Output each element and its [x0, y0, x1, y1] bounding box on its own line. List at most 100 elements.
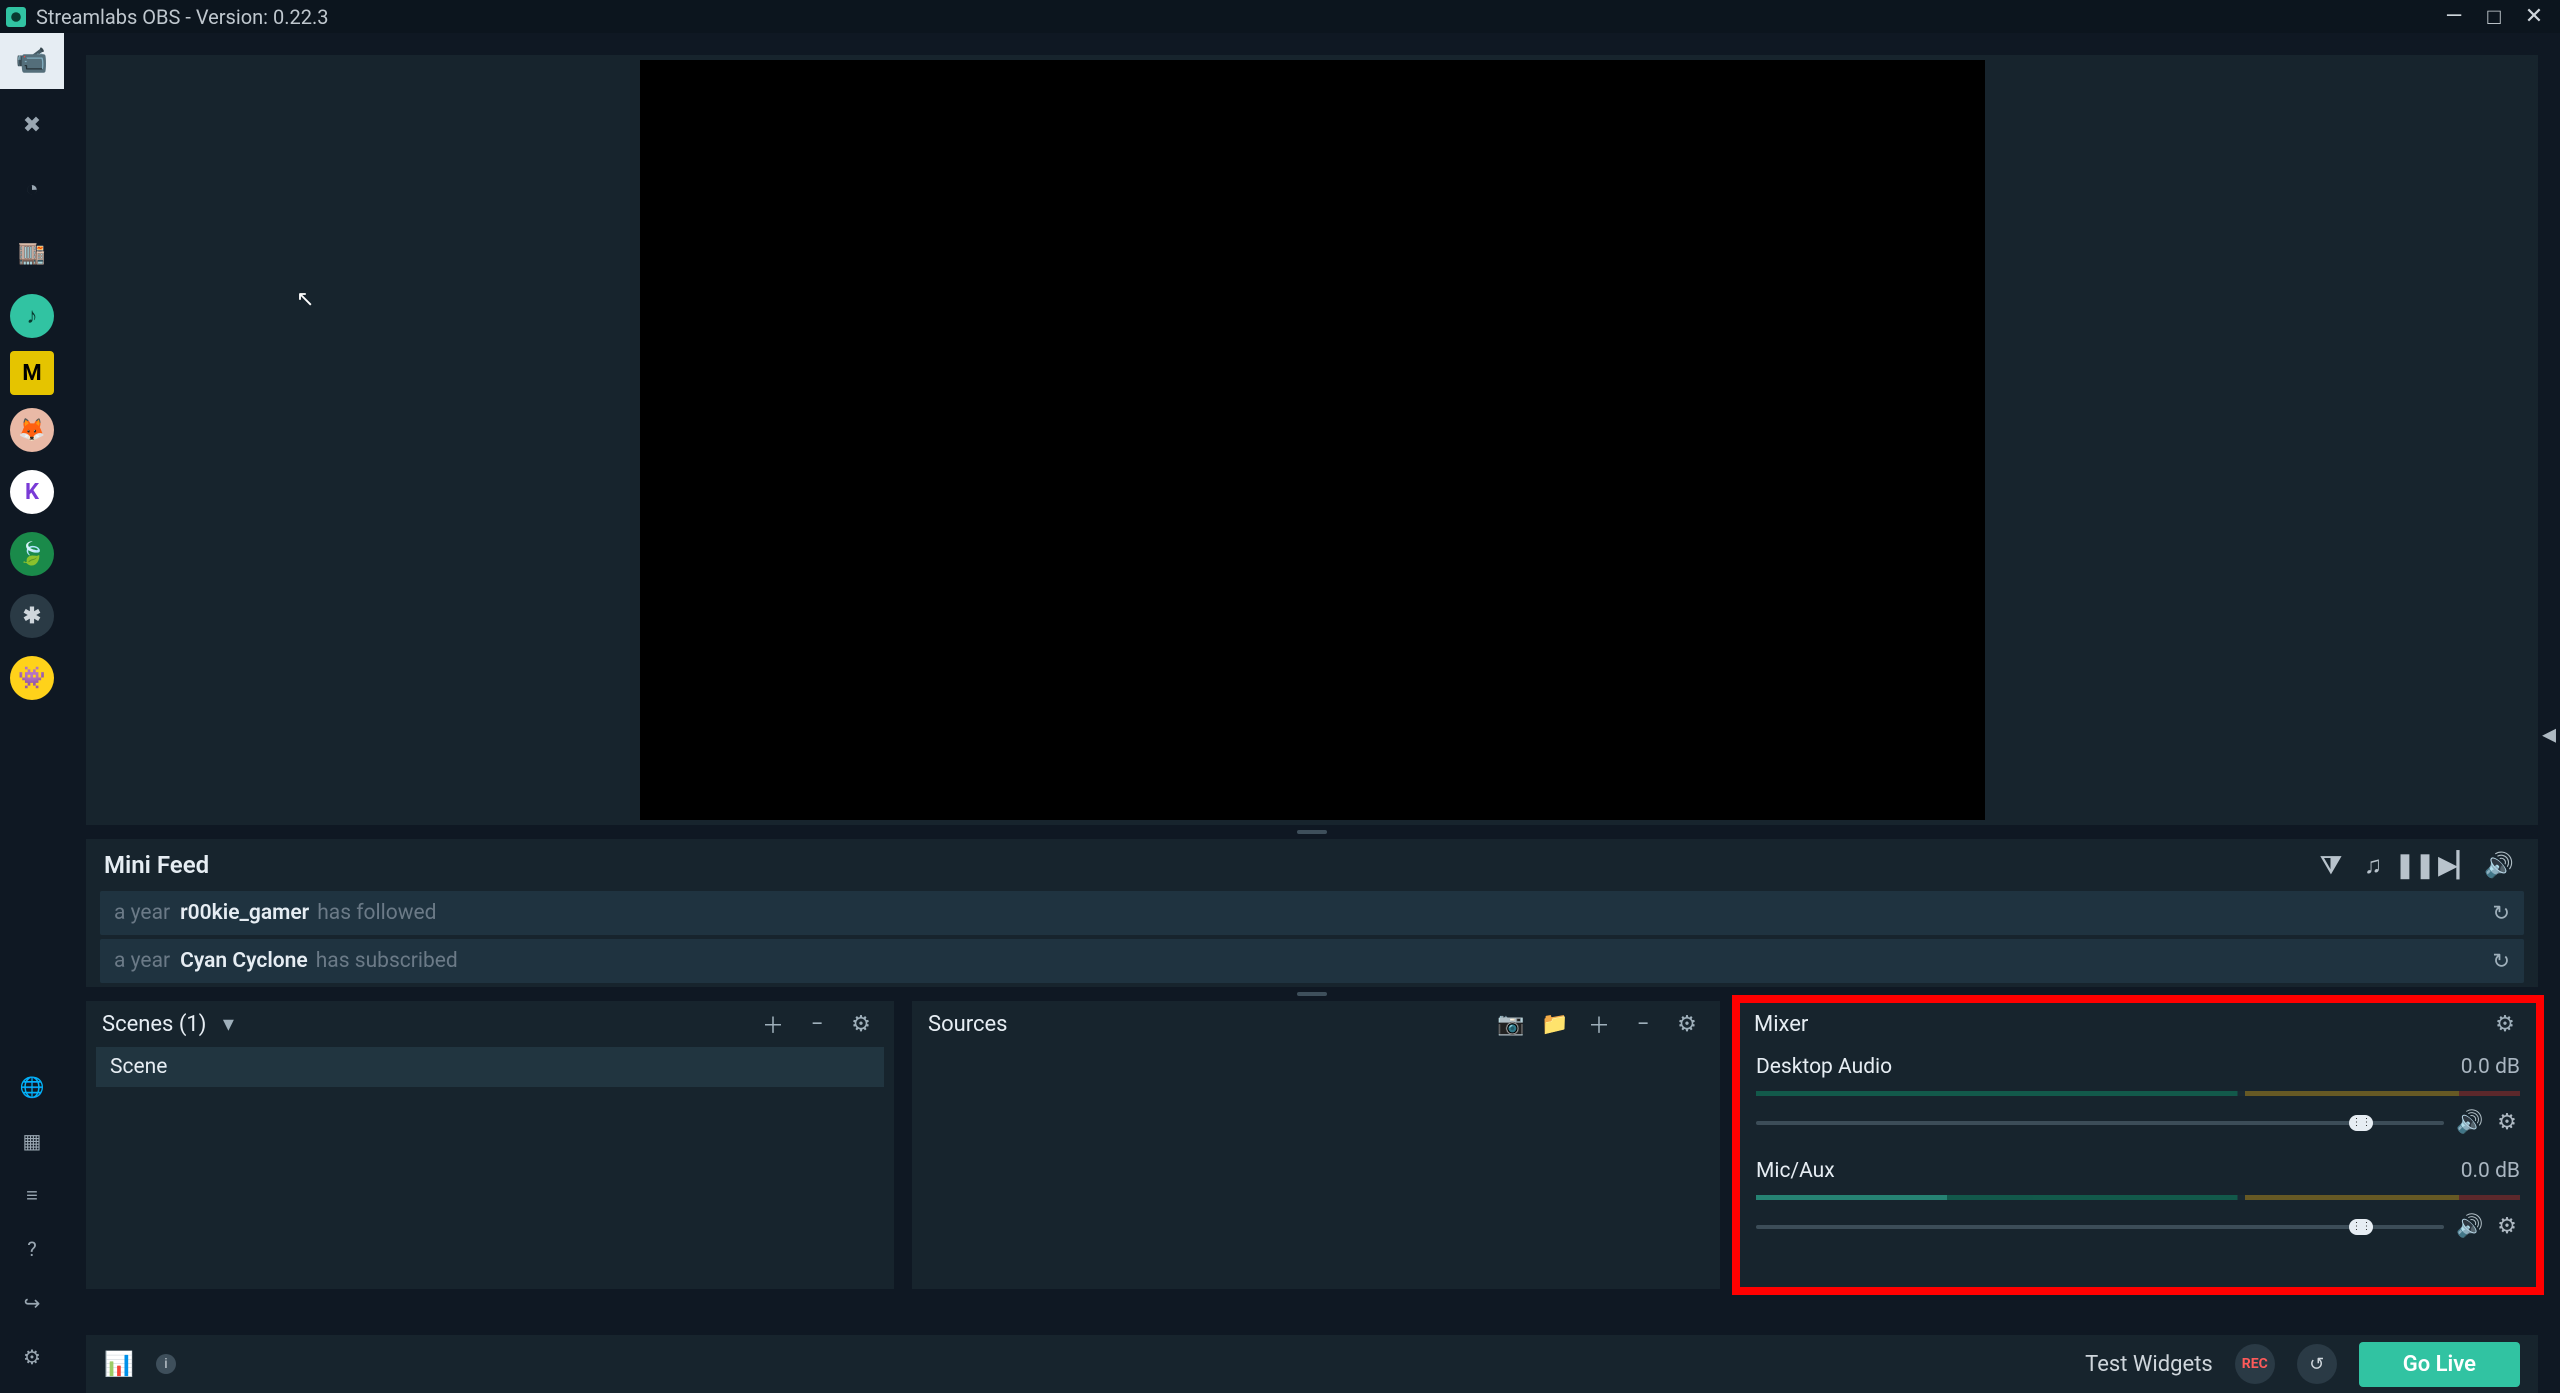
- editor-icon: 📹: [16, 46, 48, 76]
- scene-settings-icon[interactable]: ⚙: [844, 1012, 878, 1037]
- stats-icon[interactable]: 📊: [104, 1350, 134, 1378]
- feed-replay-icon[interactable]: ↻: [2492, 901, 2510, 926]
- help-icon: ?: [27, 1237, 36, 1261]
- panel-resize-handle[interactable]: [64, 825, 2560, 839]
- audio-settings-icon[interactable]: ⚙: [2494, 1110, 2520, 1135]
- source-webcam-icon[interactable]: 📷: [1494, 1012, 1528, 1037]
- sidebar-app-m[interactable]: M: [10, 351, 54, 395]
- audio-source: Mic/Aux 0.0 dB ⋮⋮ 🔊 ⚙: [1738, 1151, 2538, 1255]
- window-title: Streamlabs OBS - Version: 0.22.3: [36, 5, 2434, 29]
- sidebar-globe[interactable]: 🌐: [0, 1069, 64, 1105]
- replay-buffer-button[interactable]: ↺: [2297, 1344, 2337, 1384]
- logout-icon: ↪: [24, 1291, 41, 1315]
- feed-action: has followed: [317, 901, 436, 925]
- store-icon: 🏬: [18, 241, 45, 266]
- sidebar-app-leaf[interactable]: 🍃: [10, 532, 54, 576]
- bottom-bar: 📊 i Test Widgets REC ↺ Go Live: [86, 1335, 2538, 1393]
- feed-action: has subscribed: [316, 949, 458, 973]
- scenes-panel: Scenes (1) ▾ ＋ − ⚙ Scene: [86, 1001, 894, 1289]
- source-settings-icon[interactable]: ⚙: [1670, 1012, 1704, 1037]
- sidebar-store[interactable]: 🏬: [0, 225, 64, 281]
- record-button[interactable]: REC: [2235, 1344, 2275, 1384]
- audio-source: Desktop Audio 0.0 dB ⋮⋮ 🔊 ⚙: [1738, 1047, 2538, 1151]
- fox-icon: 🦊: [18, 418, 45, 443]
- sidebar-app-monster[interactable]: 👾: [10, 656, 54, 700]
- sidebar-chat[interactable]: ◔: [0, 161, 64, 217]
- test-widgets-button[interactable]: Test Widgets: [2085, 1352, 2213, 1377]
- scene-remove-icon[interactable]: −: [800, 1012, 834, 1037]
- audio-meter: [1756, 1091, 2520, 1096]
- filter-icon[interactable]: ⧩: [2310, 851, 2352, 879]
- close-button[interactable]: ✕: [2514, 4, 2554, 29]
- sidebar-settings[interactable]: ⚙: [0, 1339, 64, 1375]
- volume-slider[interactable]: ⋮⋮: [1756, 1121, 2444, 1125]
- mixer-panel: Mixer ⚙ Desktop Audio 0.0 dB ⋮⋮: [1738, 1001, 2538, 1289]
- mini-feed-title: Mini Feed: [104, 851, 209, 879]
- source-remove-icon[interactable]: −: [1626, 1012, 1660, 1037]
- pause-icon[interactable]: ❚❚: [2394, 851, 2436, 879]
- audio-level: 0.0 dB: [2461, 1055, 2520, 1079]
- scene-item-label: Scene: [110, 1055, 167, 1079]
- preview-area[interactable]: ↖: [86, 55, 2538, 825]
- maximize-button[interactable]: □: [2474, 4, 2514, 30]
- scenes-title: Scenes (1): [102, 1012, 206, 1037]
- info-icon[interactable]: i: [156, 1354, 176, 1374]
- leaf-icon: 🍃: [18, 542, 45, 567]
- source-folder-icon[interactable]: 📁: [1538, 1012, 1572, 1037]
- globe-icon: 🌐: [20, 1075, 45, 1099]
- scene-add-icon[interactable]: ＋: [756, 1008, 790, 1040]
- sidebar-app-puzzle[interactable]: ✱: [10, 594, 54, 638]
- volume-slider-thumb[interactable]: ⋮⋮: [2349, 1219, 2373, 1235]
- sidebar-editor[interactable]: 📹: [0, 33, 64, 89]
- puzzle-icon: ✱: [23, 604, 41, 629]
- sidebar-bars[interactable]: ≡: [0, 1177, 64, 1213]
- source-add-icon[interactable]: ＋: [1582, 1008, 1616, 1040]
- mixer-settings-icon[interactable]: ⚙: [2488, 1012, 2522, 1037]
- sidebar-app-fox[interactable]: 🦊: [10, 408, 54, 452]
- left-sidebar: 📹 ✖ ◔ 🏬 ♪ M 🦊 K 🍃 ✱ 👾 🌐 ▦ ≡ ? ↪: [0, 33, 64, 1393]
- feed-row: a year r00kie_gamer has followed ↻: [100, 891, 2524, 935]
- loop-icon: ♪: [27, 303, 38, 329]
- mute-icon[interactable]: 🔊: [2456, 1110, 2482, 1135]
- minimize-button[interactable]: —: [2434, 4, 2474, 29]
- feed-replay-icon[interactable]: ↻: [2492, 949, 2510, 974]
- sidebar-help[interactable]: ?: [0, 1231, 64, 1267]
- collapse-right-icon[interactable]: ◂: [2538, 713, 2560, 754]
- feed-user: Cyan Cyclone: [180, 949, 308, 973]
- audio-settings-icon[interactable]: ⚙: [2494, 1214, 2520, 1239]
- go-live-button[interactable]: Go Live: [2359, 1342, 2520, 1387]
- preview-canvas[interactable]: [640, 60, 1985, 820]
- chat-icon: ◔: [25, 176, 38, 202]
- skip-icon[interactable]: ▶▏: [2436, 851, 2478, 879]
- mini-feed-panel: Mini Feed ⧩ ♫ ❚❚ ▶▏ 🔊 a year r00kie_game…: [86, 839, 2538, 987]
- audio-meter-live: [1756, 1195, 1947, 1200]
- mouse-cursor-icon: ↖: [296, 287, 314, 312]
- app-logo-icon: [6, 7, 26, 27]
- sources-title: Sources: [928, 1012, 1008, 1037]
- scenes-dropdown-icon[interactable]: ▾: [216, 1012, 240, 1037]
- title-bar: Streamlabs OBS - Version: 0.22.3 — □ ✕: [0, 0, 2560, 33]
- sidebar-logout[interactable]: ↪: [0, 1285, 64, 1321]
- music-icon[interactable]: ♫: [2352, 851, 2394, 880]
- mute-icon[interactable]: 🔊: [2456, 1214, 2482, 1239]
- sidebar-app-k[interactable]: K: [10, 470, 54, 514]
- feed-time: a year: [114, 949, 170, 973]
- sources-panel: Sources 📷 📁 ＋ − ⚙: [912, 1001, 1720, 1289]
- scene-item[interactable]: Scene: [96, 1047, 884, 1087]
- panel-resize-handle[interactable]: [64, 987, 2560, 1001]
- volume-icon[interactable]: 🔊: [2478, 851, 2520, 879]
- sidebar-themes[interactable]: ✖: [0, 97, 64, 153]
- volume-slider-thumb[interactable]: ⋮⋮: [2349, 1115, 2373, 1131]
- settings-icon: ⚙: [23, 1345, 41, 1369]
- bars-icon: ≡: [26, 1183, 38, 1208]
- sidebar-app-loop[interactable]: ♪: [10, 294, 54, 338]
- audio-name: Mic/Aux: [1756, 1159, 1835, 1183]
- k-icon: K: [25, 480, 39, 505]
- monster-icon: 👾: [18, 666, 45, 691]
- mixer-title: Mixer: [1754, 1012, 1808, 1037]
- volume-slider[interactable]: ⋮⋮: [1756, 1225, 2444, 1229]
- audio-meter: [1756, 1195, 2520, 1200]
- grid-icon: ▦: [23, 1129, 42, 1153]
- m-icon: M: [22, 361, 41, 386]
- sidebar-grid[interactable]: ▦: [0, 1123, 64, 1159]
